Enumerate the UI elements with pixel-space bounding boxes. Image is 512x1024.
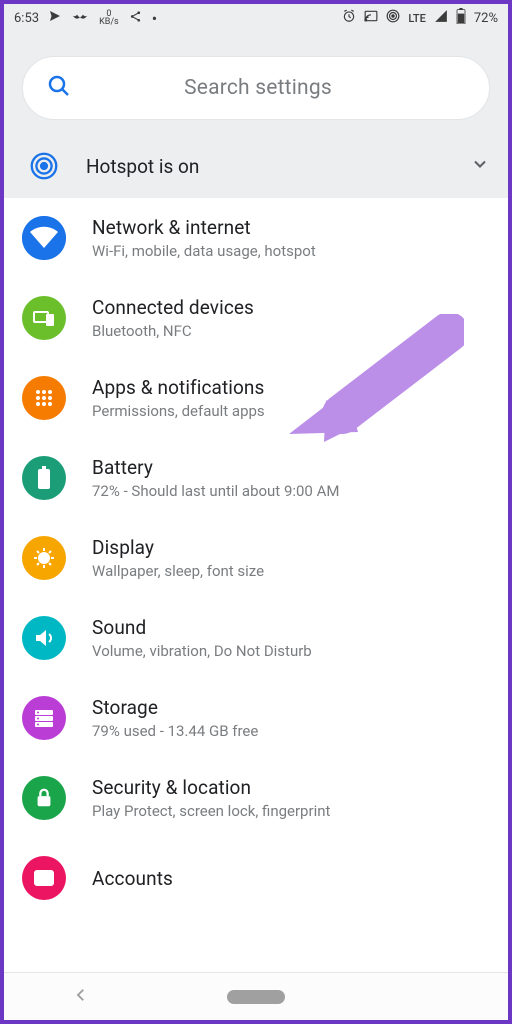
hotspot-status-icon <box>386 9 400 27</box>
settings-item-sound[interactable]: Sound Volume, vibration, Do Not Disturb <box>4 598 508 678</box>
settings-item-storage[interactable]: Storage 79% used - 13.44 GB free <box>4 678 508 758</box>
home-pill[interactable] <box>227 990 285 1004</box>
item-title: Security & location <box>92 776 330 799</box>
network-type: LTE <box>408 12 426 25</box>
item-subtitle: Wi-Fi, mobile, data usage, hotspot <box>92 242 316 260</box>
settings-item-lock[interactable]: Security & location Play Protect, screen… <box>4 758 508 838</box>
signal-icon <box>434 9 448 27</box>
settings-item-apps[interactable]: Apps & notifications Permissions, defaul… <box>4 358 508 438</box>
wifi-icon <box>22 216 66 260</box>
item-title: Storage <box>92 696 258 719</box>
data-rate-indicator: 0 KB/s <box>99 10 119 26</box>
dot-icon: • <box>152 9 157 28</box>
hotspot-icon <box>22 152 66 180</box>
display-icon <box>22 536 66 580</box>
location-icon <box>49 10 61 26</box>
lock-icon <box>22 776 66 820</box>
search-placeholder: Search settings <box>51 76 465 100</box>
item-subtitle: Wallpaper, sleep, font size <box>92 562 264 580</box>
item-subtitle: 72% - Should last until about 9:00 AM <box>92 482 339 500</box>
alarm-icon <box>342 9 356 27</box>
back-button[interactable] <box>72 986 90 1008</box>
search-input[interactable]: Search settings <box>22 56 490 120</box>
status-bar: 6:53 0 KB/s • <box>4 4 508 32</box>
settings-item-wifi[interactable]: Network & internet Wi-Fi, mobile, data u… <box>4 198 508 278</box>
item-subtitle: Play Protect, screen lock, fingerprint <box>92 802 330 820</box>
item-title: Sound <box>92 616 312 639</box>
item-title: Display <box>92 536 264 559</box>
settings-item-battery[interactable]: Battery 72% - Should last until about 9:… <box>4 438 508 518</box>
chevron-down-icon <box>470 154 490 178</box>
cast-icon <box>364 9 378 27</box>
battery-icon <box>456 8 466 28</box>
system-nav-bar <box>4 972 508 1020</box>
settings-item-display[interactable]: Display Wallpaper, sleep, font size <box>4 518 508 598</box>
settings-item-account[interactable]: Accounts <box>4 838 508 918</box>
item-subtitle: Bluetooth, NFC <box>92 322 254 340</box>
item-title: Apps & notifications <box>92 376 265 399</box>
search-container: Search settings <box>4 32 508 138</box>
item-subtitle: Permissions, default apps <box>92 402 265 420</box>
item-title: Connected devices <box>92 296 254 319</box>
sound-icon <box>22 616 66 660</box>
item-subtitle: Volume, vibration, Do Not Disturb <box>92 642 312 660</box>
mustache-icon <box>71 11 89 26</box>
apps-icon <box>22 376 66 420</box>
suggestion-hotspot[interactable]: Hotspot is on <box>4 138 508 198</box>
battery-icon <box>22 456 66 500</box>
item-title: Network & internet <box>92 216 316 239</box>
settings-list: Network & internet Wi-Fi, mobile, data u… <box>4 198 508 972</box>
devices-icon <box>22 296 66 340</box>
suggestion-text: Hotspot is on <box>86 155 470 178</box>
item-subtitle: 79% used - 13.44 GB free <box>92 722 258 740</box>
settings-item-devices[interactable]: Connected devices Bluetooth, NFC <box>4 278 508 358</box>
account-icon <box>22 856 66 900</box>
item-title: Accounts <box>92 867 173 890</box>
share-icon <box>129 10 142 27</box>
storage-icon <box>22 696 66 740</box>
item-title: Battery <box>92 456 339 479</box>
battery-percent: 72% <box>474 11 498 26</box>
status-time: 6:53 <box>14 11 39 26</box>
